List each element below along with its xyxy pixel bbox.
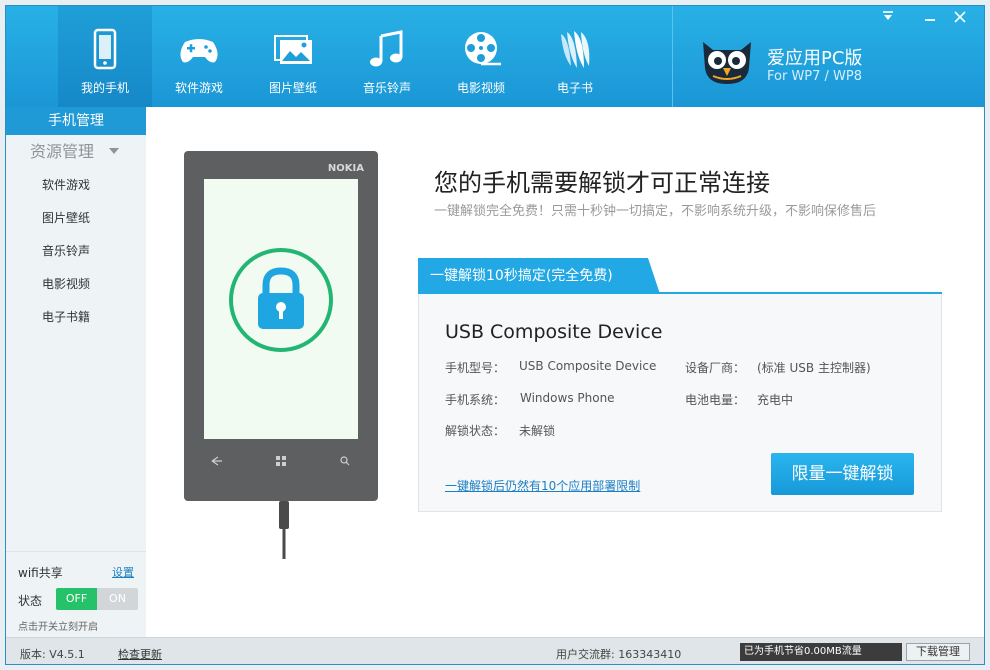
os-value: Windows Phone bbox=[520, 391, 615, 405]
nav-label: 电子书 bbox=[556, 81, 593, 95]
nav-software-games[interactable]: 软件游戏 bbox=[152, 6, 246, 107]
chevron-down-icon bbox=[883, 11, 893, 20]
nav-movies-videos[interactable]: 电影视频 bbox=[434, 6, 528, 107]
sidebar-header-phone-manage[interactable]: 手机管理 bbox=[6, 107, 146, 135]
toggle-off-label: OFF bbox=[56, 588, 97, 610]
status-bar: 版本: V4.5.1 检查更新 用户交流群: 163343410 已为手机节省0… bbox=[6, 637, 984, 664]
nav-label: 电影视频 bbox=[456, 81, 505, 95]
sidebar: 手机管理 资源管理 软件游戏 图片壁纸 音乐铃声 电影视频 电子书籍 wifi共… bbox=[6, 107, 146, 637]
gamepad-icon bbox=[180, 39, 218, 63]
phone-brand-label: NOKIA bbox=[327, 163, 364, 174]
sidebar-item-ebooks[interactable]: 电子书籍 bbox=[6, 301, 146, 334]
wifi-share-panel: wifi共享 设置 状态 OFF ON 点击开关立刻开启 bbox=[6, 551, 146, 637]
sidebar-item-software-games[interactable]: 软件游戏 bbox=[6, 169, 146, 202]
sidebar-item-videos[interactable]: 电影视频 bbox=[6, 268, 146, 301]
wifi-state-label: 状态 bbox=[18, 594, 43, 608]
nav-label: 我的手机 bbox=[80, 81, 129, 95]
lock-status-value: 未解锁 bbox=[519, 424, 556, 438]
unlock-limit-link[interactable]: 一键解锁后仍然有10个应用部署限制 bbox=[445, 477, 640, 494]
tab-one-key-unlock[interactable]: 一键解锁10秒搞定(完全免费) bbox=[418, 258, 648, 294]
menu-dropdown-button[interactable] bbox=[876, 7, 900, 27]
phone-illustration: NOKIA bbox=[184, 151, 378, 501]
version-label: 版本: V4.5.1 bbox=[20, 648, 85, 661]
vendor-label: 设备厂商： bbox=[685, 361, 746, 375]
battery-label: 电池电量： bbox=[685, 393, 746, 407]
brand-subtitle: For WP7 / WP8 bbox=[767, 69, 863, 84]
page-subtitle: 一键解锁完全免费！只需十秒钟一切搞定，不影响系统升级，不影响保修售后 bbox=[434, 204, 877, 219]
usb-cable-icon bbox=[279, 501, 289, 559]
unlock-tab-strip: 一键解锁10秒搞定(完全免费) bbox=[418, 258, 942, 294]
wifi-toggle[interactable]: OFF ON bbox=[56, 588, 138, 610]
phone-screen bbox=[204, 179, 358, 439]
film-reel-icon bbox=[465, 32, 501, 66]
minimize-button[interactable] bbox=[918, 7, 942, 27]
wifi-settings-link[interactable]: 设置 bbox=[112, 564, 134, 580]
nav-ebooks[interactable]: 电子书 bbox=[528, 6, 622, 107]
check-update-link[interactable]: 检查更新 bbox=[118, 646, 162, 662]
nav-wallpapers[interactable]: 图片壁纸 bbox=[246, 6, 340, 107]
toggle-on-label: ON bbox=[109, 592, 126, 605]
nav-my-phone[interactable]: 我的手机 bbox=[58, 6, 152, 107]
close-button[interactable] bbox=[948, 7, 972, 27]
top-nav-bar: 我的手机 软件游戏 图片壁纸 音乐铃声 电影视频 电子书 爱应用PC版 For … bbox=[6, 6, 984, 107]
unlock-button[interactable]: 限量一键解锁 bbox=[771, 453, 914, 495]
nav-label: 音乐铃声 bbox=[362, 81, 411, 95]
picture-icon bbox=[274, 35, 312, 64]
download-manager-button[interactable]: 下载管理 bbox=[906, 643, 970, 661]
wifi-hint: 点击开关立刻开启 bbox=[18, 622, 98, 633]
sidebar-item-ringtones[interactable]: 音乐铃声 bbox=[6, 235, 146, 268]
sidebar-group-resources[interactable]: 资源管理 bbox=[6, 135, 146, 169]
traffic-saved-badge: 已为手机节省0.00MB流量 bbox=[740, 643, 902, 661]
battery-value: 充电中 bbox=[757, 393, 794, 407]
tab-decoration bbox=[648, 258, 660, 294]
music-note-icon bbox=[370, 30, 403, 67]
caret-down-icon bbox=[109, 148, 119, 154]
nav-label: 软件游戏 bbox=[174, 81, 223, 95]
model-value: USB Composite Device bbox=[519, 359, 657, 373]
page-title: 您的手机需要解锁才可正常连接 bbox=[434, 169, 770, 197]
phone-soft-keys bbox=[211, 456, 350, 466]
sidebar-item-wallpapers[interactable]: 图片壁纸 bbox=[6, 202, 146, 235]
nav-label: 图片壁纸 bbox=[268, 81, 317, 95]
device-name: USB Composite Device bbox=[445, 321, 663, 343]
user-group-label: 用户交流群: 163343410 bbox=[556, 648, 682, 661]
nav-music-ringtones[interactable]: 音乐铃声 bbox=[340, 6, 434, 107]
device-info-card: USB Composite Device 手机型号： USB Composite… bbox=[418, 294, 942, 512]
main-content: NOKIA 您的手机需要解锁才可正常连接 一键解锁完全免费！只需十秒钟一切搞定，… bbox=[146, 107, 984, 637]
minimize-icon bbox=[925, 19, 935, 21]
phone-icon bbox=[93, 28, 117, 70]
vendor-value: (标准 USB 主控制器) bbox=[757, 361, 871, 375]
lock-icon bbox=[229, 248, 333, 352]
wifi-title: wifi共享 bbox=[18, 566, 63, 580]
os-label: 手机系统： bbox=[445, 393, 506, 407]
brand-name: 爱应用PC版 bbox=[767, 48, 863, 69]
close-icon bbox=[954, 11, 966, 23]
model-label: 手机型号： bbox=[445, 361, 506, 375]
ebook-icon bbox=[561, 31, 590, 68]
lock-status-label: 解锁状态： bbox=[445, 424, 506, 438]
sidebar-group-label: 资源管理 bbox=[30, 142, 95, 161]
owl-logo-icon bbox=[703, 42, 751, 84]
app-window: 我的手机 软件游戏 图片壁纸 音乐铃声 电影视频 电子书 爱应用PC版 For … bbox=[5, 5, 985, 665]
